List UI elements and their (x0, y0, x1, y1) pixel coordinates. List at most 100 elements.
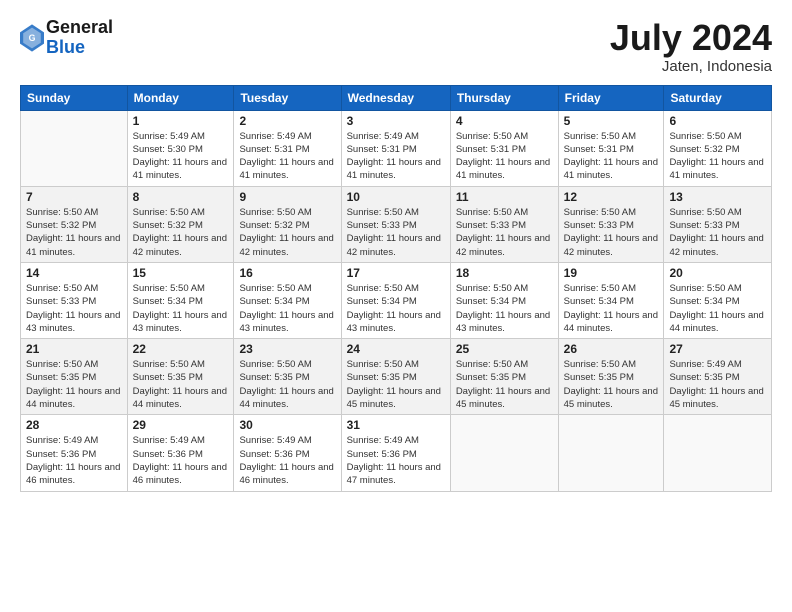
col-header-tuesday: Tuesday (234, 85, 341, 110)
calendar-cell: 28Sunrise: 5:49 AMSunset: 5:36 PMDayligh… (21, 415, 128, 491)
calendar-cell: 14 Sunrise: 5:50 AMSunset: 5:33 PMDayligh… (21, 262, 128, 338)
day-detail: Sunrise: 5:50 AMSunset: 5:31 PMDaylight:… (564, 130, 659, 183)
day-number: 1 (133, 114, 229, 128)
day-detail: Sunrise: 5:50 AMSunset: 5:35 PMDaylight:… (239, 358, 335, 411)
calendar-cell (21, 110, 128, 186)
day-detail: Sunrise: 5:49 AMSunset: 5:36 PMDaylight:… (239, 434, 335, 487)
col-header-sunday: Sunday (21, 85, 128, 110)
day-detail: Sunrise: 5:50 AMSunset: 5:32 PMDaylight:… (669, 130, 766, 183)
col-header-thursday: Thursday (450, 85, 558, 110)
day-number: 24 (347, 342, 445, 356)
calendar-cell: 25 Sunrise: 5:50 AMSunset: 5:35 PMDayligh… (450, 339, 558, 415)
calendar-cell: 22Sunrise: 5:50 AMSunset: 5:35 PMDayligh… (127, 339, 234, 415)
day-detail: Sunrise: 5:50 AMSunset: 5:33 PMDaylight:… (564, 206, 659, 259)
calendar-cell: 20Sunrise: 5:50 AMSunset: 5:34 PMDayligh… (664, 262, 772, 338)
day-number: 14 (26, 266, 122, 280)
day-number: 10 (347, 190, 445, 204)
day-detail: Sunrise: 5:50 AMSunset: 5:34 PMDaylight:… (669, 282, 766, 335)
day-number: 6 (669, 114, 766, 128)
day-number: 11 (456, 190, 553, 204)
calendar-week-row: 7 Sunrise: 5:50 AMSunset: 5:32 PMDaylight… (21, 186, 772, 262)
day-detail: Sunrise: 5:50 AMSunset: 5:35 PMDaylight:… (26, 358, 122, 411)
calendar-cell: 21 Sunrise: 5:50 AMSunset: 5:35 PMDayligh… (21, 339, 128, 415)
day-detail: Sunrise: 5:49 AMSunset: 5:36 PMDaylight:… (347, 434, 445, 487)
header: G General Blue July 2024 Jaten, Indonesi… (20, 18, 772, 75)
day-detail: Sunrise: 5:50 AMSunset: 5:33 PMDaylight:… (669, 206, 766, 259)
day-number: 23 (239, 342, 335, 356)
col-header-monday: Monday (127, 85, 234, 110)
day-number: 31 (347, 418, 445, 432)
day-number: 7 (26, 190, 122, 204)
day-number: 16 (239, 266, 335, 280)
col-header-saturday: Saturday (664, 85, 772, 110)
calendar-cell: 29 Sunrise: 5:49 AMSunset: 5:36 PMDayligh… (127, 415, 234, 491)
day-detail: Sunrise: 5:50 AMSunset: 5:35 PMDaylight:… (456, 358, 553, 411)
day-number: 8 (133, 190, 229, 204)
calendar-cell: 7 Sunrise: 5:50 AMSunset: 5:32 PMDaylight… (21, 186, 128, 262)
calendar-cell: 16 Sunrise: 5:50 AMSunset: 5:34 PMDayligh… (234, 262, 341, 338)
day-number: 9 (239, 190, 335, 204)
day-detail: Sunrise: 5:50 AMSunset: 5:35 PMDaylight:… (347, 358, 445, 411)
calendar-cell (664, 415, 772, 491)
day-detail: Sunrise: 5:50 AMSunset: 5:32 PMDaylight:… (133, 206, 229, 259)
logo-blue: Blue (46, 38, 113, 58)
calendar-cell: 13Sunrise: 5:50 AMSunset: 5:33 PMDayligh… (664, 186, 772, 262)
month-year-title: July 2024 (610, 18, 772, 58)
calendar-cell: 4 Sunrise: 5:50 AMSunset: 5:31 PMDaylight… (450, 110, 558, 186)
day-detail: Sunrise: 5:50 AMSunset: 5:34 PMDaylight:… (133, 282, 229, 335)
day-number: 30 (239, 418, 335, 432)
day-detail: Sunrise: 5:50 AMSunset: 5:33 PMDaylight:… (456, 206, 553, 259)
calendar-cell: 18Sunrise: 5:50 AMSunset: 5:34 PMDayligh… (450, 262, 558, 338)
day-detail: Sunrise: 5:50 AMSunset: 5:34 PMDaylight:… (239, 282, 335, 335)
calendar-cell: 17Sunrise: 5:50 AMSunset: 5:34 PMDayligh… (341, 262, 450, 338)
day-detail: Sunrise: 5:50 AMSunset: 5:35 PMDaylight:… (564, 358, 659, 411)
day-number: 21 (26, 342, 122, 356)
day-number: 3 (347, 114, 445, 128)
calendar-cell: 15Sunrise: 5:50 AMSunset: 5:34 PMDayligh… (127, 262, 234, 338)
logo-text: General Blue (46, 18, 113, 58)
logo-general: General (46, 18, 113, 38)
day-detail: Sunrise: 5:50 AMSunset: 5:32 PMDaylight:… (26, 206, 122, 259)
calendar-page: G General Blue July 2024 Jaten, Indonesi… (0, 0, 792, 612)
location-title: Jaten, Indonesia (610, 58, 772, 75)
day-number: 2 (239, 114, 335, 128)
day-detail: Sunrise: 5:50 AMSunset: 5:33 PMDaylight:… (26, 282, 122, 335)
calendar-cell: 12Sunrise: 5:50 AMSunset: 5:33 PMDayligh… (558, 186, 664, 262)
calendar-cell: 5 Sunrise: 5:50 AMSunset: 5:31 PMDaylight… (558, 110, 664, 186)
day-detail: Sunrise: 5:50 AMSunset: 5:33 PMDaylight:… (347, 206, 445, 259)
calendar-cell: 3Sunrise: 5:49 AMSunset: 5:31 PMDaylight… (341, 110, 450, 186)
day-detail: Sunrise: 5:49 AMSunset: 5:30 PMDaylight:… (133, 130, 229, 183)
calendar-cell: 30 Sunrise: 5:49 AMSunset: 5:36 PMDayligh… (234, 415, 341, 491)
day-number: 4 (456, 114, 553, 128)
calendar-cell: 31 Sunrise: 5:49 AMSunset: 5:36 PMDayligh… (341, 415, 450, 491)
calendar-cell: 8 Sunrise: 5:50 AMSunset: 5:32 PMDaylight… (127, 186, 234, 262)
svg-text:G: G (29, 33, 36, 43)
calendar-cell: 6 Sunrise: 5:50 AMSunset: 5:32 PMDaylight… (664, 110, 772, 186)
day-detail: Sunrise: 5:49 AMSunset: 5:31 PMDaylight:… (239, 130, 335, 183)
day-number: 26 (564, 342, 659, 356)
day-detail: Sunrise: 5:50 AMSunset: 5:35 PMDaylight:… (133, 358, 229, 411)
calendar-week-row: 1 Sunrise: 5:49 AMSunset: 5:30 PMDaylight… (21, 110, 772, 186)
calendar-cell: 9Sunrise: 5:50 AMSunset: 5:32 PMDaylight… (234, 186, 341, 262)
day-number: 27 (669, 342, 766, 356)
day-detail: Sunrise: 5:49 AMSunset: 5:35 PMDaylight:… (669, 358, 766, 411)
calendar-cell: 19Sunrise: 5:50 AMSunset: 5:34 PMDayligh… (558, 262, 664, 338)
day-detail: Sunrise: 5:50 AMSunset: 5:31 PMDaylight:… (456, 130, 553, 183)
day-detail: Sunrise: 5:49 AMSunset: 5:36 PMDaylight:… (26, 434, 122, 487)
calendar-week-row: 14 Sunrise: 5:50 AMSunset: 5:33 PMDayligh… (21, 262, 772, 338)
day-number: 5 (564, 114, 659, 128)
calendar-cell (558, 415, 664, 491)
col-header-friday: Friday (558, 85, 664, 110)
calendar-cell: 1 Sunrise: 5:49 AMSunset: 5:30 PMDaylight… (127, 110, 234, 186)
title-block: July 2024 Jaten, Indonesia (610, 18, 772, 75)
calendar-cell (450, 415, 558, 491)
col-header-wednesday: Wednesday (341, 85, 450, 110)
calendar-cell: 26 Sunrise: 5:50 AMSunset: 5:35 PMDayligh… (558, 339, 664, 415)
day-number: 25 (456, 342, 553, 356)
day-detail: Sunrise: 5:49 AMSunset: 5:36 PMDaylight:… (133, 434, 229, 487)
day-number: 29 (133, 418, 229, 432)
day-number: 19 (564, 266, 659, 280)
calendar-cell: 24 Sunrise: 5:50 AMSunset: 5:35 PMDayligh… (341, 339, 450, 415)
calendar-cell: 11 Sunrise: 5:50 AMSunset: 5:33 PMDayligh… (450, 186, 558, 262)
day-detail: Sunrise: 5:50 AMSunset: 5:34 PMDaylight:… (456, 282, 553, 335)
